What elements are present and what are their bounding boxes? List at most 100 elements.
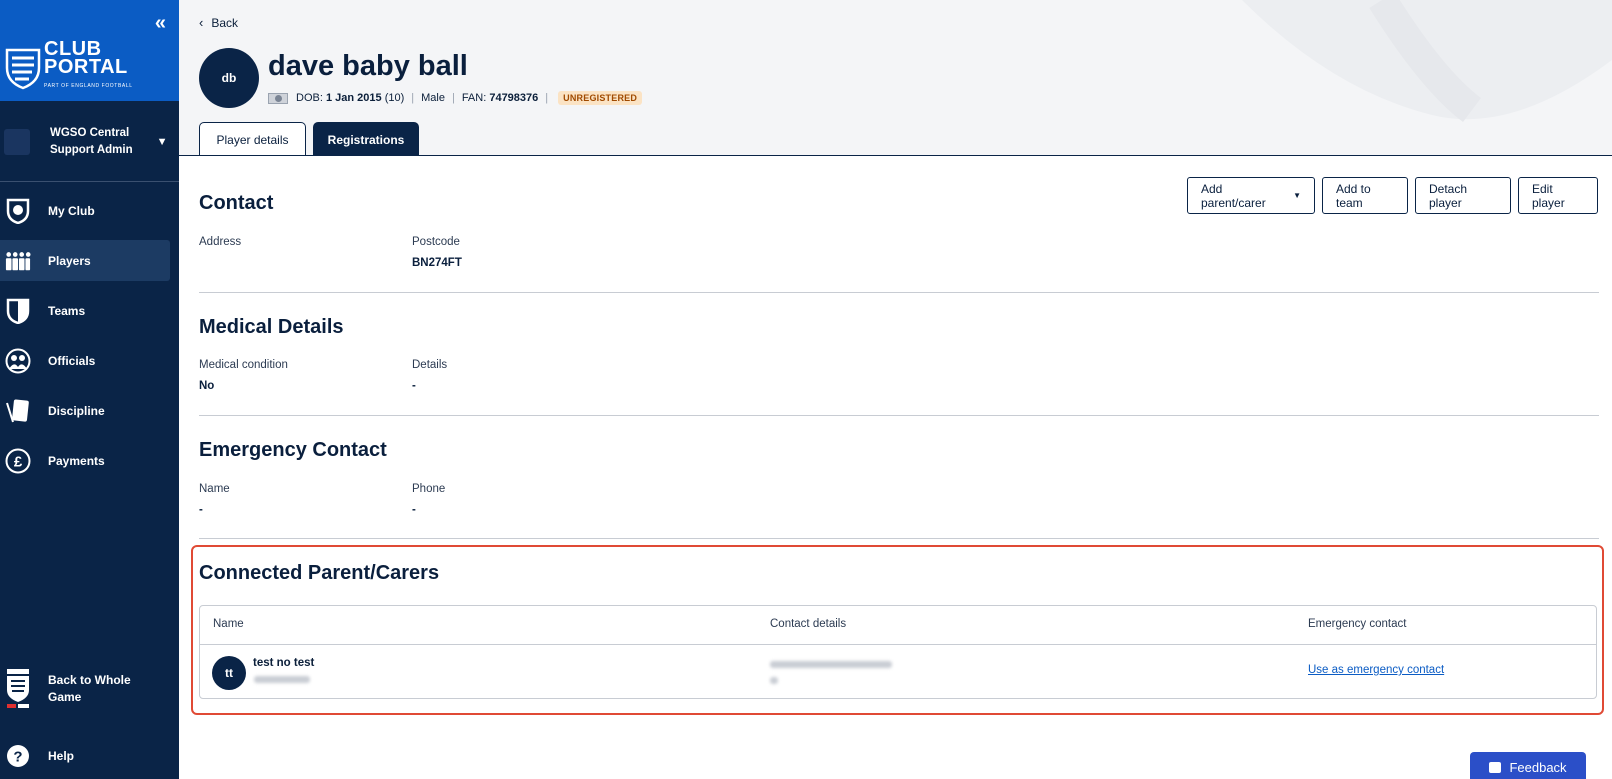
svg-text:£: £ [14,453,23,470]
address-label: Address [199,236,242,248]
column-header-name: Name [213,618,244,630]
meta-separator: | [411,92,415,104]
chevron-left-icon: ‹ [199,15,204,30]
table-header-divider [200,644,1596,645]
sidebar-item-officials[interactable]: Officials [0,340,179,381]
sidebar-item-label: Payments [48,453,105,468]
sidebar-divider [0,181,179,182]
medical-condition-label: Medical condition [199,359,288,371]
edit-player-button[interactable]: Edit player [1518,177,1598,214]
player-name: dave baby ball [268,50,468,82]
postcode-label: Postcode [412,236,460,248]
players-icon [5,248,31,274]
details-value: - [412,380,416,392]
org-role: Support Admin [50,144,133,156]
sidebar: « CLUB PORTAL PART OF ENGLAND FOOTBALL W… [0,0,179,779]
player-header: ‹ Back db dave baby ball DOB: 1 Jan 2015… [179,0,1612,156]
detach-player-button[interactable]: Detach player [1415,177,1511,214]
sidebar-item-discipline[interactable]: Discipline [0,390,179,431]
fan-label: FAN: [461,92,487,104]
feedback-icon [1489,762,1502,773]
meta-separator: | [451,92,455,104]
fan-value: 74798376 [489,92,539,104]
help-link[interactable]: ? Help [0,744,179,768]
redacted-parent-id [254,676,310,683]
parents-table: Name Contact details Emergency contact t… [199,605,1597,699]
feedback-button[interactable]: Feedback [1470,752,1586,779]
shield-football-icon [5,198,31,224]
emergency-contact-title: Emergency Contact [199,439,387,461]
player-avatar: db [199,48,259,108]
logo-tagline: PART OF ENGLAND FOOTBALL [44,83,133,89]
feedback-label: Feedback [1509,760,1567,775]
tab-player-details[interactable]: Player details [199,122,306,155]
caret-down-icon: ▼ [1293,191,1301,200]
emergency-name-value: - [199,504,203,516]
add-parent-carer-label: Add parent/carer [1201,181,1266,210]
sidebar-item-players[interactable]: Players [0,240,170,281]
connected-parents-title: Connected Parent/Carers [199,562,440,584]
main-content: ‹ Back db dave baby ball DOB: 1 Jan 2015… [179,0,1612,779]
redacted-phone [770,677,778,684]
column-header-contact-details: Contact details [770,618,847,630]
column-header-emergency-contact: Emergency contact [1308,618,1407,630]
logo-bar: « CLUB PORTAL PART OF ENGLAND FOOTBALL [0,0,179,101]
tab-registrations[interactable]: Registrations [313,122,419,155]
contact-title: Contact [199,192,274,214]
pound-icon: £ [5,448,31,474]
collapse-sidebar-button[interactable]: « [155,12,166,35]
player-meta: DOB: 1 Jan 2015 (10) | Male | FAN: 74798… [268,91,643,105]
status-badge: UNREGISTERED [558,91,643,105]
logo-portal-text: PORTAL [44,56,128,78]
england-crest-icon [7,669,29,708]
medical-condition-value: No [199,380,215,392]
sidebar-item-label: Teams [48,303,86,318]
sidebar-item-my-club[interactable]: My Club [0,190,179,231]
card-icon [5,398,31,424]
nationality-flag-icon [268,92,288,104]
add-parent-carer-button[interactable]: Add parent/carer ▼ [1187,177,1315,214]
header-decoration [1242,0,1612,122]
sidebar-nav: My Club Players Teams Officials Discipli… [0,190,179,490]
club-portal-logo[interactable]: CLUB PORTAL PART OF ENGLAND FOOTBALL [4,39,133,95]
org-name: WGSO Central [50,127,130,139]
svg-text:?: ? [13,749,22,766]
back-to-whole-game-link[interactable]: Back to Whole Game [0,668,179,710]
section-divider [199,292,1599,293]
org-avatar [4,129,30,155]
medical-details-title: Medical Details [199,316,344,338]
player-age: (10) [384,92,405,104]
sidebar-item-label: Discipline [48,403,105,418]
dob-label: DOB: [296,92,323,104]
sidebar-item-teams[interactable]: Teams [0,290,179,331]
back-to-whole-game-line1: Back to Whole [48,673,131,687]
help-icon: ? [7,745,29,767]
section-divider [199,538,1599,539]
postcode-value: BN274FT [412,257,462,269]
org-switcher[interactable]: WGSO Central Support Admin ▼ [0,112,179,172]
sidebar-item-label: Officials [48,353,96,368]
team-shield-icon [5,298,31,324]
help-label: Help [48,748,75,763]
use-as-emergency-contact-link[interactable]: Use as emergency contact [1308,664,1444,676]
back-link[interactable]: ‹ Back [199,15,238,30]
parent-avatar: tt [212,656,246,690]
details-label: Details [412,359,448,371]
player-actions: Add parent/carer ▼ Add to team Detach pl… [1180,177,1598,214]
player-gender: Male [421,92,445,104]
sidebar-item-payments[interactable]: £ Payments [0,440,179,481]
back-to-whole-game-line2: Game [48,690,82,704]
redacted-email [770,661,892,668]
section-divider [199,415,1599,416]
meta-separator: | [545,92,549,104]
dob-value: 1 Jan 2015 [325,92,382,104]
sidebar-item-label: Players [48,253,91,268]
sidebar-item-label: My Club [48,203,95,218]
caret-down-icon: ▼ [156,136,168,148]
emergency-name-label: Name [199,483,230,495]
add-to-team-button[interactable]: Add to team [1322,177,1408,214]
back-label: Back [211,15,239,30]
parent-name: test no test [253,657,315,669]
three-lions-crest-icon [5,48,41,89]
officials-icon [5,348,31,374]
